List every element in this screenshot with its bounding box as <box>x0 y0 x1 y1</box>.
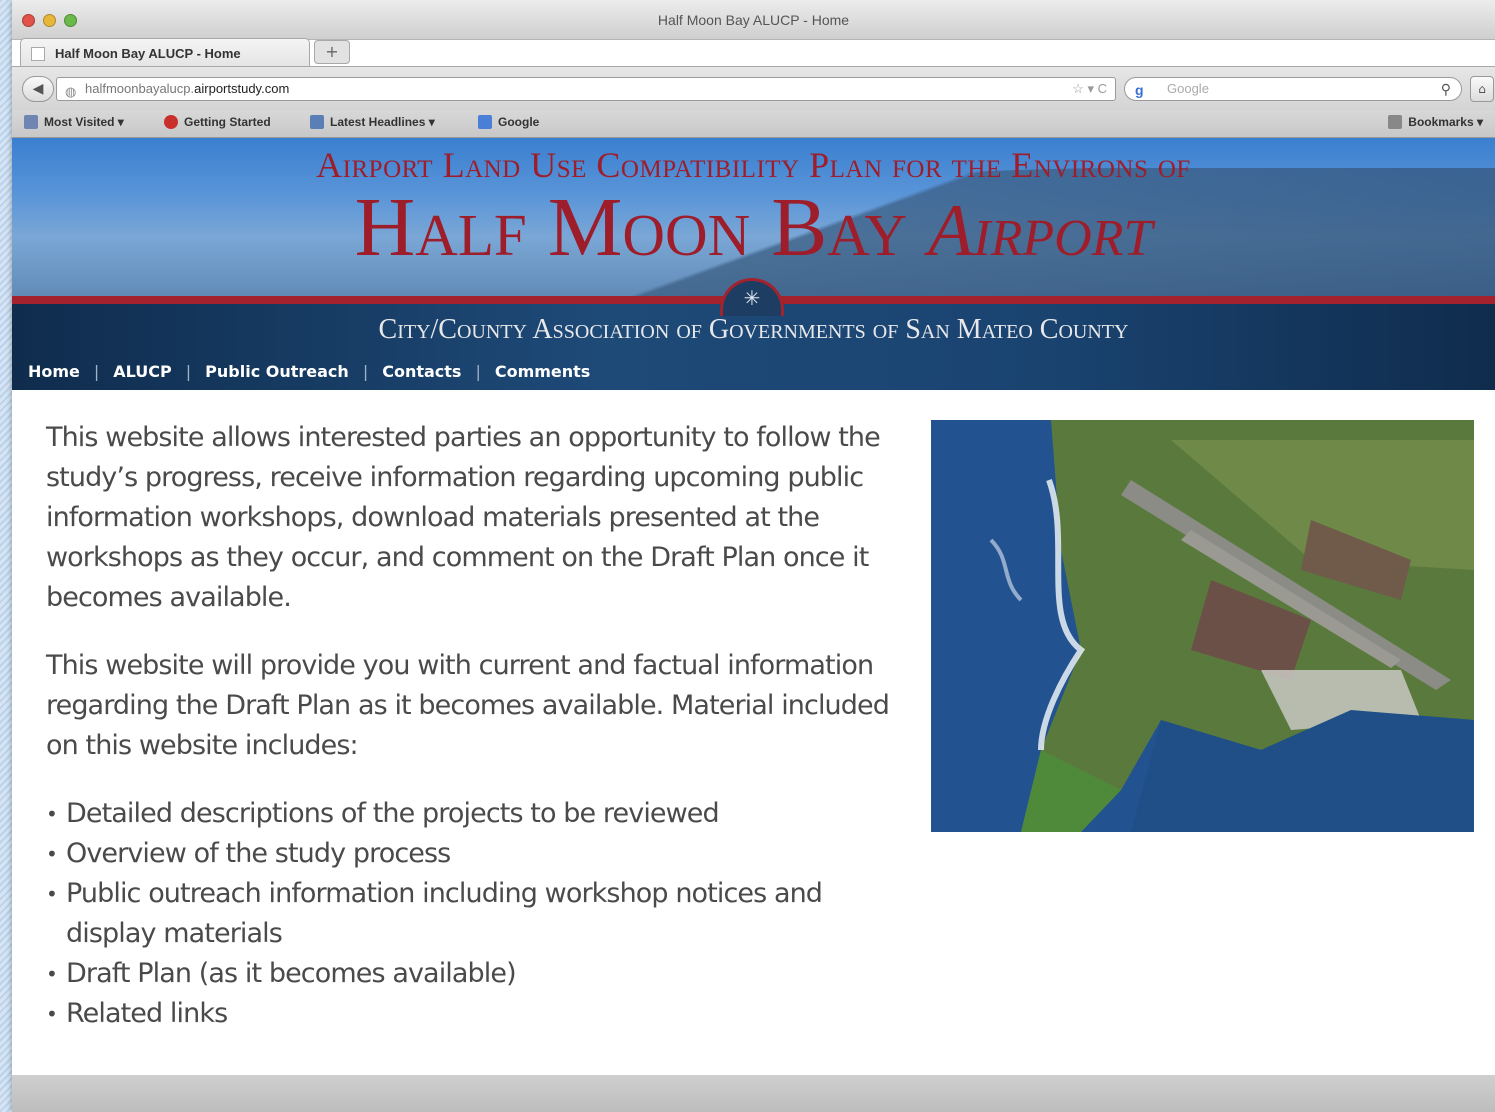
url-tools[interactable]: ☆ ▾ C <box>1072 78 1107 100</box>
nav-comments[interactable]: Comments <box>495 362 591 381</box>
navigation-toolbar: ◀ ◍ halfmoonbayalucp.airportstudy.com ☆ … <box>12 66 1495 110</box>
aerial-photo-illustration <box>931 420 1474 832</box>
banner-title-script: Airport <box>928 190 1153 272</box>
rss-icon <box>310 115 324 129</box>
bookmarks-menu-label: Bookmarks ▾ <box>1408 115 1483 129</box>
site-identity-icon[interactable]: ◍ <box>65 81 76 103</box>
footer-bar <box>12 1075 1495 1112</box>
banner-line-1: Airport Land Use Compatibility Plan for … <box>316 145 1191 185</box>
bookmark-getting-started[interactable]: Getting Started <box>164 115 271 129</box>
url-domain: airportstudy.com <box>194 81 290 96</box>
bookmark-google[interactable]: Google <box>478 115 539 129</box>
bookmark-latest-headlines[interactable]: Latest Headlines ▾ <box>310 115 435 129</box>
search-icon[interactable]: ⚲ <box>1441 78 1451 100</box>
bookmarks-icon <box>1388 115 1403 129</box>
list-item: Detailed descriptions of the projects to… <box>46 794 906 834</box>
tab-home[interactable]: Half Moon Bay ALUCP - Home <box>20 38 310 68</box>
bookmarks-toolbar: Most Visited ▾ Getting Started Latest He… <box>12 110 1495 138</box>
page-favicon-icon <box>31 46 45 61</box>
back-button[interactable]: ◀ <box>22 76 54 102</box>
main-content: This website allows interested parties a… <box>12 390 1495 1075</box>
search-placeholder: Google <box>1167 81 1209 96</box>
nav-separator: | <box>362 362 369 381</box>
list-item: Public outreach information including wo… <box>46 874 906 954</box>
nav-public-outreach[interactable]: Public Outreach <box>205 362 349 381</box>
banner-title: Half Moon Bay Airport <box>12 186 1495 270</box>
aerial-airport-photo <box>931 420 1474 832</box>
banner-subtitle: City/County Association of Governments o… <box>378 314 1129 345</box>
list-item: Overview of the study process <box>46 834 906 874</box>
site-navigation: Home | ALUCP | Public Outreach | Contact… <box>28 362 590 381</box>
search-engine-icon[interactable]: g <box>1135 79 1144 101</box>
home-button[interactable]: ⌂ <box>1470 76 1494 102</box>
nav-separator: | <box>475 362 481 381</box>
nav-separator: | <box>185 362 192 381</box>
materials-list: Detailed descriptions of the projects to… <box>46 794 906 1034</box>
bookmark-most-visited[interactable]: Most Visited ▾ <box>24 115 124 129</box>
url-prefix: halfmoonbayalucp. <box>85 81 195 96</box>
browser-window: Half Moon Bay ALUCP - Home Half Moon Bay… <box>12 0 1495 1112</box>
intro-paragraph-2: This website will provide you with curre… <box>46 650 890 761</box>
intro-paragraph-1: This website allows interested parties a… <box>46 422 881 613</box>
bookmark-label: Getting Started <box>184 115 271 129</box>
nav-separator: | <box>93 362 100 381</box>
search-bar[interactable]: g Google ⚲ <box>1124 77 1462 101</box>
list-item: Related links <box>46 994 906 1034</box>
most-visited-icon <box>24 115 38 129</box>
nav-alucp[interactable]: ALUCP <box>113 362 171 381</box>
nav-home[interactable]: Home <box>28 362 80 381</box>
bookmark-label: Latest Headlines ▾ <box>330 115 435 129</box>
list-item: Draft Plan (as it becomes available) <box>46 954 906 994</box>
bookmark-label: Most Visited ▾ <box>44 115 124 129</box>
nav-contacts[interactable]: Contacts <box>382 362 461 381</box>
tab-strip: Half Moon Bay ALUCP - Home + <box>12 34 1495 68</box>
google-icon <box>478 115 492 129</box>
banner-title-main: Half Moon Bay <box>354 181 908 274</box>
nav-band: City/County Association of Governments o… <box>12 304 1495 390</box>
tab-label: Half Moon Bay ALUCP - Home <box>55 46 241 61</box>
intro-text: This website allows interested parties a… <box>46 418 906 1034</box>
getting-started-icon <box>164 115 178 129</box>
new-tab-button[interactable]: + <box>314 40 350 64</box>
address-bar[interactable]: ◍ halfmoonbayalucp.airportstudy.com ☆ ▾ … <box>56 77 1116 101</box>
bookmarks-menu[interactable]: Bookmarks ▾ <box>1388 115 1483 129</box>
bookmark-label: Google <box>498 115 540 129</box>
window-title: Half Moon Bay ALUCP - Home <box>657 12 850 28</box>
